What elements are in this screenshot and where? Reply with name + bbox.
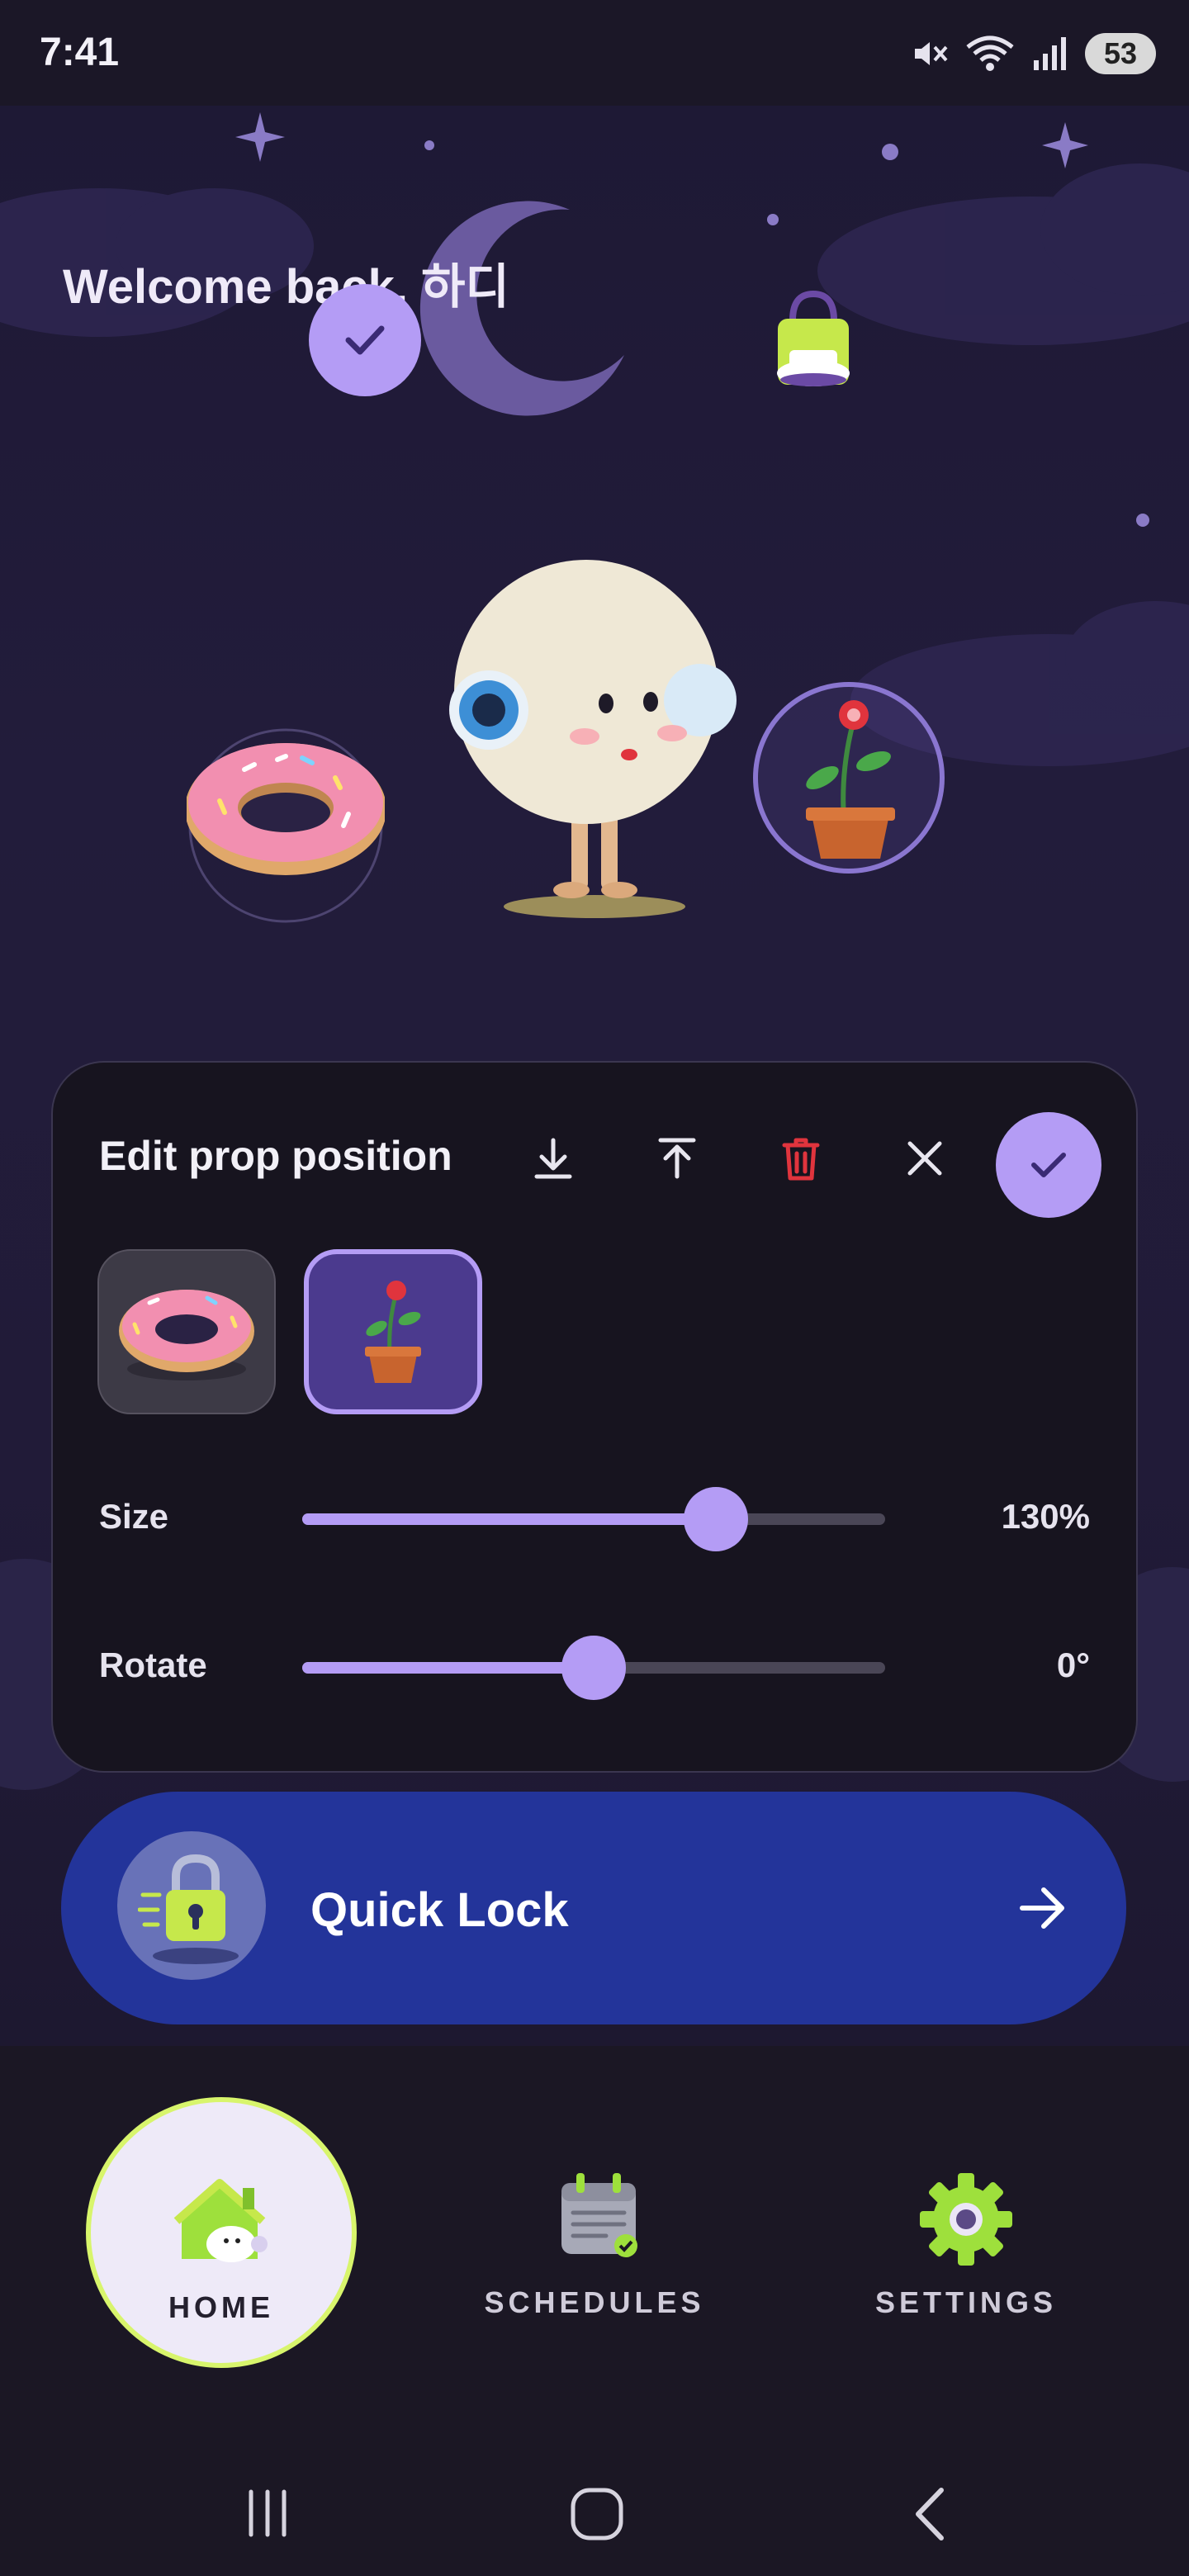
delete-prop-button[interactable]	[768, 1125, 834, 1191]
size-slider-knob[interactable]	[684, 1487, 749, 1551]
send-to-back-button[interactable]	[520, 1125, 586, 1191]
edit-prop-panel: Edit prop position Size 130% Rotate 0°	[51, 1061, 1138, 1773]
check-icon	[1031, 1153, 1066, 1177]
gear-icon	[920, 2173, 1012, 2266]
done-placing-button[interactable]	[309, 284, 421, 396]
quick-lock-label: Quick Lock	[310, 1883, 569, 1937]
donut-prop[interactable]	[185, 727, 386, 925]
quick-lock-icon-wrap	[117, 1831, 266, 1980]
signal-icon	[1034, 37, 1066, 70]
back-icon[interactable]	[905, 2485, 958, 2543]
close-panel-button[interactable]	[892, 1125, 958, 1191]
home-button-icon[interactable]	[568, 2485, 626, 2543]
nav-home-tab[interactable]: HOME	[86, 2097, 357, 2368]
shop-bag-icon[interactable]	[768, 287, 859, 403]
status-time: 7:41	[40, 31, 120, 74]
battery-indicator: 53	[1085, 33, 1156, 74]
rotate-slider-knob[interactable]	[561, 1636, 626, 1700]
mascot-character[interactable]	[438, 494, 751, 931]
bottom-navigation: HOME SCHEDULES SETTINGS	[0, 2046, 1189, 2449]
size-label: Size	[99, 1497, 169, 1536]
nav-settings-tab[interactable]: SETTINGS	[842, 2170, 1090, 2335]
size-value: 130%	[1001, 1497, 1090, 1536]
potted-plant-icon	[365, 1281, 421, 1383]
recent-apps-icon[interactable]	[241, 2487, 294, 2540]
plant-prop[interactable]	[753, 682, 945, 874]
wifi-icon	[966, 36, 1014, 71]
nav-settings-label: SETTINGS	[874, 2285, 1058, 2319]
bring-to-front-button[interactable]	[644, 1125, 710, 1191]
rotate-label: Rotate	[99, 1646, 207, 1684]
mute-icon	[915, 42, 948, 65]
size-slider[interactable]	[302, 1487, 885, 1551]
rotate-slider-fill	[302, 1662, 594, 1674]
quick-lock-button[interactable]: Quick Lock	[61, 1792, 1126, 2024]
arrow-down-to-line-icon	[534, 1138, 572, 1179]
rotate-value: 0°	[1056, 1646, 1090, 1684]
home-icon	[173, 2179, 268, 2262]
close-icon	[907, 1141, 942, 1176]
welcome-heading: Welcome back, 하디	[63, 260, 509, 314]
nav-schedules-label: SCHEDULES	[484, 2285, 705, 2319]
confirm-button[interactable]	[996, 1112, 1101, 1218]
donut-icon	[119, 1290, 254, 1380]
prop-thumb-plant[interactable]	[304, 1249, 482, 1414]
status-bar: 7:41 53	[0, 0, 1189, 106]
panel-title: Edit prop position	[99, 1133, 452, 1179]
size-slider-fill	[302, 1513, 717, 1525]
donut-icon	[185, 728, 386, 923]
arrow-right-icon	[1020, 1887, 1064, 1929]
nav-home-label: HOME	[168, 2290, 274, 2324]
prop-thumb-donut[interactable]	[97, 1249, 276, 1414]
status-icons: 53	[910, 25, 1156, 83]
calendar-check-icon	[561, 2173, 637, 2257]
rotate-slider[interactable]	[302, 1636, 885, 1700]
system-navigation-bar	[0, 2449, 1189, 2576]
check-icon	[345, 325, 385, 355]
padlock-icon	[138, 1854, 239, 1964]
nav-schedules-tab[interactable]: SCHEDULES	[471, 2170, 718, 2335]
arrow-up-from-line-icon	[658, 1138, 696, 1179]
trash-icon	[782, 1138, 820, 1181]
potted-plant-icon	[806, 700, 895, 859]
